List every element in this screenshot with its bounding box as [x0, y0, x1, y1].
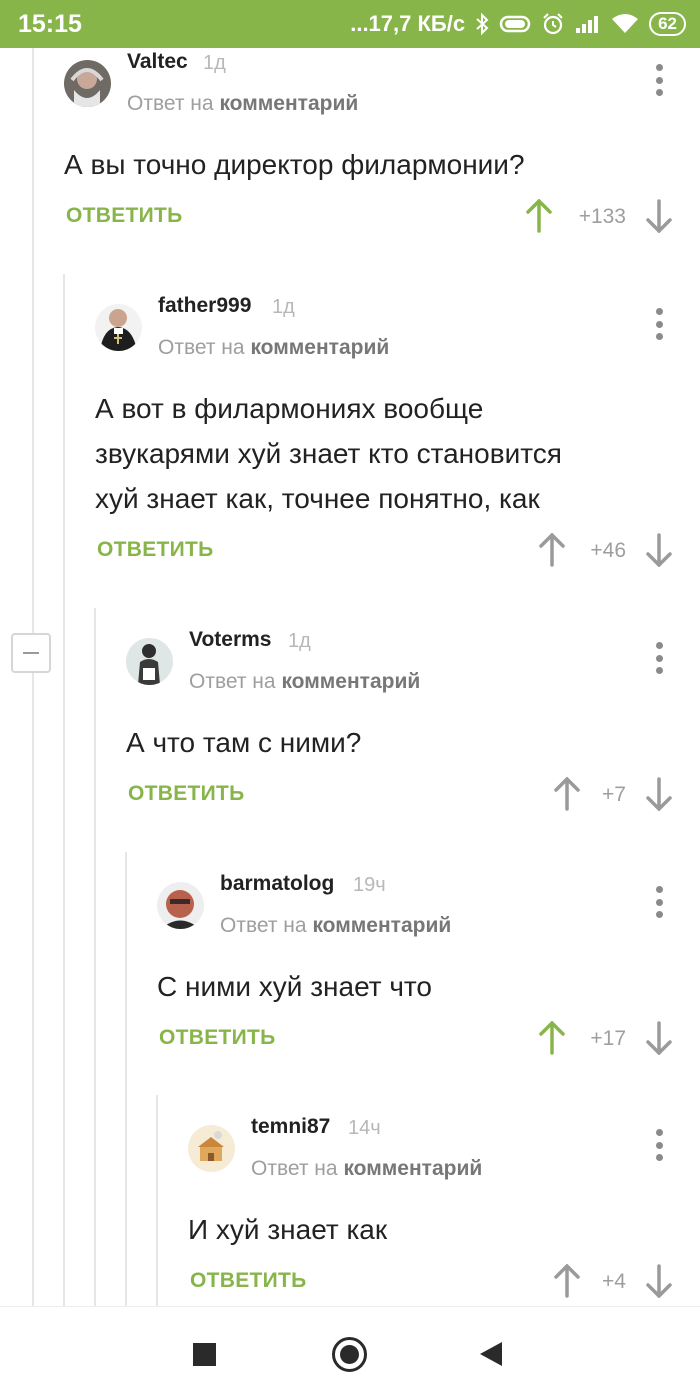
back-triangle-icon[interactable]: [480, 1342, 502, 1366]
thread-line: [32, 48, 34, 1306]
comment-time: 1д: [203, 52, 226, 74]
comment-text-line: А вы точно директор филармонии?: [64, 149, 525, 180]
reply-to: Ответ на комментарий: [127, 92, 358, 116]
comment-text-line: И хуй знает как: [188, 1214, 388, 1245]
reply-to-prefix: Ответ на: [220, 914, 307, 937]
downvote-arrow-icon[interactable]: [645, 1264, 673, 1299]
comment-text-line: хуй знает как, точнее понятно, как: [95, 483, 540, 514]
reply-to-prefix: Ответ на: [127, 92, 214, 115]
avatar[interactable]: [64, 60, 111, 107]
vote-score: +7: [602, 783, 626, 806]
reply-to-link[interactable]: комментарий: [343, 1157, 482, 1180]
reply-button[interactable]: ОТВЕТИТЬ: [97, 538, 214, 562]
vote-score: +4: [602, 1270, 626, 1293]
reply-to-link[interactable]: комментарий: [250, 336, 389, 359]
comment-text-line: А что там с ними?: [126, 727, 362, 758]
bluetooth-icon: [475, 13, 489, 35]
vote-score: +17: [590, 1027, 626, 1050]
vote-score: +133: [578, 205, 626, 228]
thread-line: [156, 1095, 158, 1306]
reply-to: Ответ на комментарий: [189, 670, 420, 694]
comment-text-line: А вот в филармониях вообще: [95, 393, 484, 424]
author-name[interactable]: temni87: [251, 1115, 330, 1139]
reply-to: Ответ на комментарий: [251, 1157, 482, 1181]
reply-to-prefix: Ответ на: [158, 336, 245, 359]
upvote-arrow-icon[interactable]: [525, 198, 553, 233]
downvote-arrow-icon[interactable]: [645, 533, 673, 568]
author-name[interactable]: father999: [158, 294, 251, 318]
reply-button[interactable]: ОТВЕТИТЬ: [128, 782, 245, 806]
comment-text: С ними хуй знает что: [157, 964, 432, 1009]
avatar[interactable]: [95, 304, 142, 351]
signal-icon: [575, 14, 601, 34]
comment-text: И хуй знает как: [188, 1207, 387, 1252]
reply-to-link[interactable]: комментарий: [281, 670, 420, 693]
system-nav-bar: [0, 1306, 700, 1400]
reply-to-link[interactable]: комментарий: [312, 914, 451, 937]
author-name[interactable]: barmatolog: [220, 872, 334, 896]
downvote-arrow-icon[interactable]: [645, 1021, 673, 1056]
avatar[interactable]: [157, 882, 204, 929]
more-options-icon[interactable]: [654, 642, 664, 674]
comment: temni87 14ч Ответ на комментарий И хуй з…: [188, 1115, 684, 1305]
downvote-arrow-icon[interactable]: [645, 199, 673, 234]
author-name[interactable]: Valtec: [127, 50, 188, 74]
more-options-icon[interactable]: [654, 886, 664, 918]
reply-to: Ответ на комментарий: [158, 336, 389, 360]
comment-text: А вы точно директор филармонии?: [64, 142, 525, 187]
network-speed: ...17,7 КБ/с: [350, 11, 466, 36]
comment-text: А вот в филармониях вообще звукарями хуй…: [95, 386, 562, 521]
wifi-icon: [611, 13, 639, 35]
thread-line: [63, 274, 65, 1306]
reply-to-prefix: Ответ на: [251, 1157, 338, 1180]
more-options-icon[interactable]: [654, 1129, 664, 1161]
reply-to-link[interactable]: комментарий: [219, 92, 358, 115]
comment-text-line: С ними хуй знает что: [157, 971, 432, 1002]
vibration-icon: [499, 14, 531, 34]
comment-time: 1д: [288, 630, 311, 652]
comment: Voterms 1д Ответ на комментарий А что та…: [126, 628, 684, 872]
comment-text-line: звукарями хуй знает кто становится: [95, 438, 562, 469]
comment-text: А что там с ними?: [126, 720, 361, 765]
downvote-arrow-icon[interactable]: [645, 777, 673, 812]
avatar[interactable]: [188, 1125, 235, 1172]
home-circle-icon[interactable]: [332, 1337, 367, 1372]
more-options-icon[interactable]: [654, 64, 664, 96]
thread-line: [125, 852, 127, 1306]
comment: Valtec 1д Ответ на комментарий А вы точн…: [64, 50, 684, 294]
reply-to: Ответ на комментарий: [220, 914, 451, 938]
comment-time: 19ч: [353, 874, 386, 896]
more-options-icon[interactable]: [654, 308, 664, 340]
status-icons: ...17,7 КБ/с 62: [350, 9, 686, 39]
collapse-thread-button[interactable]: [11, 633, 51, 673]
comment-time: 1д: [272, 296, 295, 318]
status-time: 15:15: [18, 10, 82, 38]
reply-to-prefix: Ответ на: [189, 670, 276, 693]
vote-score: +46: [590, 539, 626, 562]
avatar[interactable]: [126, 638, 173, 685]
reply-button[interactable]: ОТВЕТИТЬ: [159, 1026, 276, 1050]
reply-button[interactable]: ОТВЕТИТЬ: [190, 1269, 307, 1293]
comment: barmatolog 19ч Ответ на комментарий С ни…: [157, 872, 684, 1116]
recents-square-icon[interactable]: [193, 1343, 216, 1366]
comment-time: 14ч: [348, 1117, 381, 1139]
reply-button[interactable]: ОТВЕТИТЬ: [66, 204, 183, 228]
status-bar: 15:15 ...17,7 КБ/с 62: [0, 0, 700, 48]
thread-line: [94, 608, 96, 1306]
battery-indicator: 62: [649, 12, 686, 36]
alarm-icon: [541, 12, 565, 36]
author-name[interactable]: Voterms: [189, 628, 271, 652]
comment: father999 1д Ответ на комментарий А вот …: [95, 294, 684, 594]
